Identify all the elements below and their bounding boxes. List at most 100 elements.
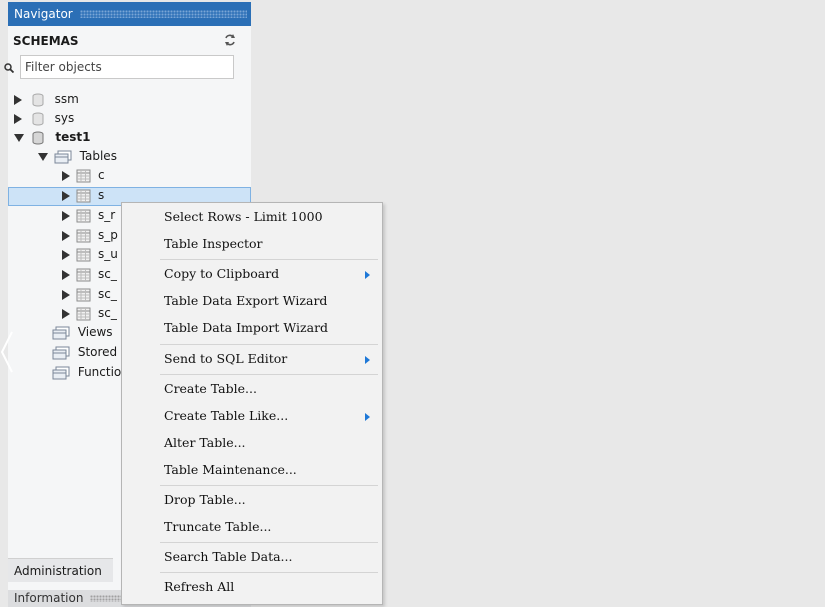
table-item[interactable]: sc_ xyxy=(62,304,117,323)
table-item[interactable]: sc_ xyxy=(62,285,117,304)
menu-item-table-maintenance[interactable]: Table Maintenance... xyxy=(122,458,382,482)
expand-arrow-icon[interactable] xyxy=(62,269,70,280)
menu-item-label: Create Table Like... xyxy=(164,408,289,423)
table-item[interactable]: c xyxy=(62,166,105,185)
menu-item-select-rows-limit-1000[interactable]: Select Rows - Limit 1000 xyxy=(122,205,382,229)
database-icon xyxy=(32,93,44,106)
menu-item-label: Copy to Clipboard xyxy=(164,266,280,281)
panel-collapse-chevron-icon[interactable] xyxy=(0,330,14,374)
schema-item-sys[interactable]: sys xyxy=(14,109,74,128)
menu-item-label: Table Data Import Wizard xyxy=(164,320,329,335)
expand-arrow-icon[interactable] xyxy=(62,210,70,221)
menu-item-label: Send to SQL Editor xyxy=(164,351,288,366)
table-name: sc_ xyxy=(98,287,117,301)
menu-item-copy-to-clipboard[interactable]: Copy to Clipboard xyxy=(122,262,382,286)
expand-arrow-icon[interactable] xyxy=(62,230,70,241)
menu-item-search-table-data[interactable]: Search Table Data... xyxy=(122,545,382,569)
submenu-arrow-icon xyxy=(365,356,370,364)
table-name: sc_ xyxy=(98,306,117,320)
menu-item-send-to-sql-editor[interactable]: Send to SQL Editor xyxy=(122,347,382,371)
schema-name: ssm xyxy=(54,92,79,106)
functions-folder-label: Functio xyxy=(77,365,122,379)
menu-item-label: Table Data Export Wizard xyxy=(164,293,328,308)
expand-arrow-icon[interactable] xyxy=(62,308,70,319)
menu-item-label: Alter Table... xyxy=(164,435,246,450)
schemas-header: SCHEMAS xyxy=(8,26,251,52)
stored-procedures-folder-label: Stored xyxy=(77,345,118,359)
stored-procedures-folder-icon xyxy=(52,346,70,359)
filter-objects-input[interactable] xyxy=(21,56,229,78)
schema-item-test1[interactable]: test1 xyxy=(14,128,90,147)
menu-item-label: Create Table... xyxy=(164,381,257,396)
context-menu: Select Rows - Limit 1000 Table Inspector C… xyxy=(121,202,383,605)
table-name: s xyxy=(98,188,105,202)
submenu-arrow-icon xyxy=(365,413,370,421)
menu-item-refresh-all[interactable]: Refresh All xyxy=(122,575,382,599)
functions-folder[interactable]: Functio xyxy=(52,363,121,382)
menu-item-table-inspector[interactable]: Table Inspector xyxy=(122,232,382,256)
filter-objects-field[interactable] xyxy=(20,55,234,79)
table-icon xyxy=(76,169,91,182)
menu-separator xyxy=(160,259,378,260)
views-folder-label: Views xyxy=(77,325,113,339)
table-name: c xyxy=(98,168,105,182)
menu-item-create-table[interactable]: Create Table... xyxy=(122,377,382,401)
menu-item-label: Select Rows - Limit 1000 xyxy=(164,209,323,224)
functions-folder-icon xyxy=(52,366,70,379)
views-folder[interactable]: Views xyxy=(52,323,113,342)
collapse-arrow-icon[interactable] xyxy=(14,133,24,142)
tables-folder-icon xyxy=(54,150,72,163)
menu-item-table-data-export-wizard[interactable]: Table Data Export Wizard xyxy=(122,289,382,313)
table-icon xyxy=(76,288,91,301)
menu-separator xyxy=(160,542,378,543)
menu-separator xyxy=(160,572,378,573)
schema-name: test1 xyxy=(55,130,91,144)
expand-arrow-icon[interactable] xyxy=(62,170,70,181)
menu-item-truncate-table[interactable]: Truncate Table... xyxy=(122,515,382,539)
menu-separator xyxy=(160,485,378,486)
tables-folder[interactable]: Tables xyxy=(38,147,117,166)
table-item[interactable]: s_r xyxy=(62,206,115,225)
menu-item-label: Search Table Data... xyxy=(164,549,293,564)
table-icon xyxy=(76,229,91,242)
table-item[interactable]: s xyxy=(62,186,104,205)
table-name: sc_ xyxy=(98,267,117,281)
table-icon xyxy=(76,268,91,281)
table-item[interactable]: s_p xyxy=(62,226,118,245)
stored-procedures-folder[interactable]: Stored xyxy=(52,343,117,362)
menu-item-label: Table Maintenance... xyxy=(164,462,297,477)
database-icon xyxy=(32,131,44,144)
schemas-title: SCHEMAS xyxy=(13,34,79,48)
navigator-header: Navigator xyxy=(8,2,251,26)
menu-item-drop-table[interactable]: Drop Table... xyxy=(122,488,382,512)
administration-tab[interactable]: Administration xyxy=(8,558,113,582)
navigator-title: Navigator xyxy=(14,7,73,21)
submenu-arrow-icon xyxy=(365,271,370,279)
expand-arrow-icon[interactable] xyxy=(62,190,70,201)
menu-item-create-table-like[interactable]: Create Table Like... xyxy=(122,404,382,428)
menu-item-label: Refresh All xyxy=(164,579,235,594)
menu-item-label: Drop Table... xyxy=(164,492,246,507)
expand-arrow-icon[interactable] xyxy=(14,113,22,124)
table-name: s_r xyxy=(98,208,116,222)
table-icon xyxy=(76,189,91,202)
schema-item-ssm[interactable]: ssm xyxy=(14,90,79,109)
refresh-schemas-icon[interactable] xyxy=(223,33,237,47)
search-icon xyxy=(4,63,14,73)
table-name: s_u xyxy=(98,247,118,261)
menu-item-label: Truncate Table... xyxy=(164,519,272,534)
table-item[interactable]: s_u xyxy=(62,245,118,264)
menu-item-alter-table[interactable]: Alter Table... xyxy=(122,431,382,455)
expand-arrow-icon[interactable] xyxy=(14,94,22,105)
table-icon xyxy=(76,209,91,222)
table-item[interactable]: sc_ xyxy=(62,265,117,284)
schema-name: sys xyxy=(54,111,75,125)
menu-item-table-data-import-wizard[interactable]: Table Data Import Wizard xyxy=(122,316,382,340)
information-label: Information xyxy=(14,591,84,605)
collapse-arrow-icon[interactable] xyxy=(38,152,48,161)
expand-arrow-icon[interactable] xyxy=(62,289,70,300)
table-icon xyxy=(76,307,91,320)
menu-separator xyxy=(160,344,378,345)
database-icon xyxy=(32,112,44,125)
expand-arrow-icon[interactable] xyxy=(62,249,70,260)
